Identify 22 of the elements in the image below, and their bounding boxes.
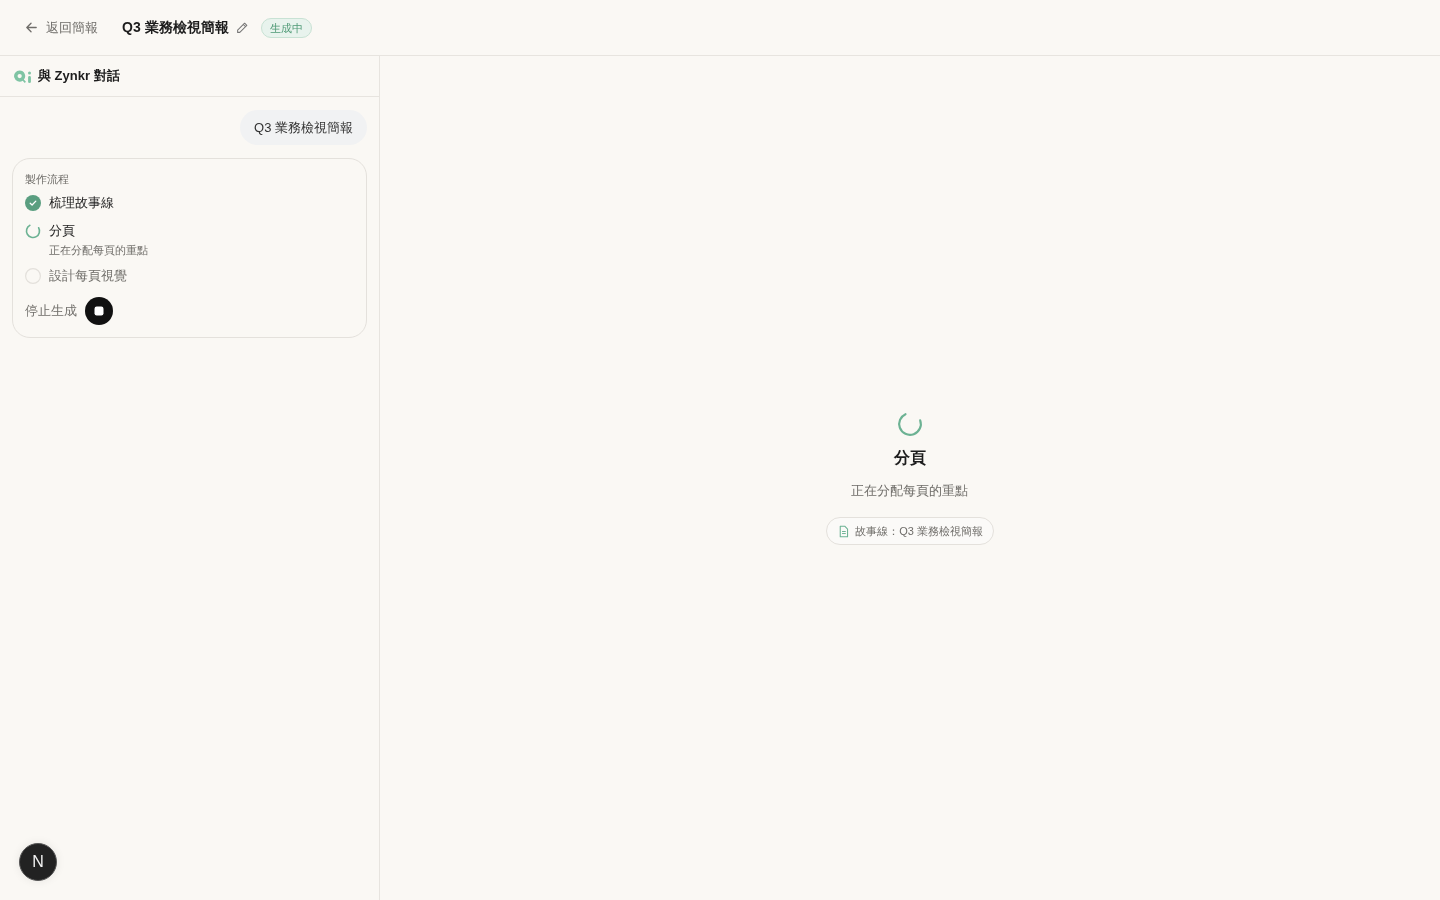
logo-icon (12, 68, 32, 84)
source-chip: 故事線：Q3 業務檢視簡報 (826, 517, 994, 545)
back-link[interactable]: 返回簡報 (24, 18, 98, 37)
card-heading: 製作流程 (25, 172, 69, 186)
status-badge: 生成中 (260, 17, 312, 38)
stage-title: 分頁 (894, 448, 926, 468)
spinner-icon (897, 411, 923, 437)
step-label: 梳理故事線 (49, 194, 114, 212)
user-message: Q3 業務檢視簡報 (240, 110, 367, 145)
dev-indicator-button[interactable]: N (19, 843, 57, 881)
edit-button[interactable] (234, 20, 249, 35)
arrow-left-icon (24, 20, 39, 35)
step-label: 分頁 (49, 222, 75, 240)
step-detail: 正在分配每頁的重點 (49, 243, 148, 257)
stage-description: 正在分配每頁的重點 (851, 482, 969, 500)
document-icon (837, 524, 851, 538)
step-label: 設計每頁視覺 (49, 267, 127, 285)
stop-icon (85, 297, 113, 325)
chat-title: 與 Zynkr 對話 (38, 67, 120, 85)
pencil-icon (234, 20, 249, 35)
stop-button[interactable]: 停止生成 (25, 297, 113, 325)
document-title: Q3 業務檢視簡報 (122, 18, 229, 37)
